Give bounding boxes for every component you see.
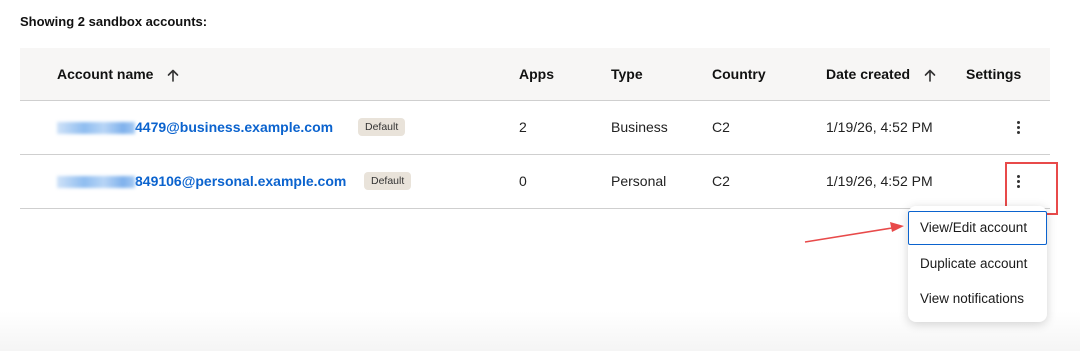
- column-header-date-created[interactable]: Date created: [826, 48, 936, 100]
- column-header-account-name[interactable]: Account name: [57, 48, 179, 100]
- table-row: 849106@personal.example.com Default 0 Pe…: [20, 155, 1050, 209]
- redacted-email-prefix: [57, 122, 135, 135]
- menu-item-view-notifications[interactable]: View notifications: [908, 282, 1047, 316]
- settings-kebab-icon[interactable]: [1008, 117, 1028, 137]
- default-badge: Default: [358, 118, 406, 136]
- menu-item-view-edit-account[interactable]: View/Edit account: [908, 211, 1047, 245]
- column-header-settings: Settings: [966, 66, 1022, 82]
- column-header-apps[interactable]: Apps: [519, 48, 554, 100]
- table-row: 4479@business.example.com Default 2 Busi…: [20, 101, 1050, 155]
- account-type: Business: [611, 119, 668, 135]
- account-country: C2: [712, 173, 730, 189]
- account-country: C2: [712, 119, 730, 135]
- table-header: Account name Apps Type Country Date crea…: [20, 48, 1050, 101]
- apps-count: 0: [519, 173, 527, 189]
- column-header-label: Date created: [826, 66, 911, 82]
- menu-item-duplicate-account[interactable]: Duplicate account: [908, 247, 1047, 281]
- account-email-link[interactable]: 4479@business.example.com: [57, 101, 333, 154]
- default-badge: Default: [364, 172, 412, 190]
- sort-ascending-icon: [924, 69, 936, 82]
- accounts-count-heading: Showing 2 sandbox accounts:: [20, 14, 208, 29]
- account-type: Personal: [611, 173, 667, 189]
- column-header-label: Account name: [57, 66, 154, 82]
- apps-count: 2: [519, 119, 527, 135]
- account-email-link[interactable]: 849106@personal.example.com: [57, 155, 346, 208]
- column-header-country[interactable]: Country: [712, 48, 766, 100]
- date-created: 1/19/26, 4:52 PM: [826, 119, 933, 135]
- column-header-type[interactable]: Type: [611, 48, 643, 100]
- sort-ascending-icon: [168, 69, 179, 82]
- date-created: 1/19/26, 4:52 PM: [826, 173, 933, 189]
- settings-dropdown-menu: View/Edit account Duplicate account View…: [908, 206, 1047, 322]
- redacted-email-prefix: [57, 176, 135, 189]
- sandbox-accounts-table: Account name Apps Type Country Date crea…: [20, 48, 1050, 209]
